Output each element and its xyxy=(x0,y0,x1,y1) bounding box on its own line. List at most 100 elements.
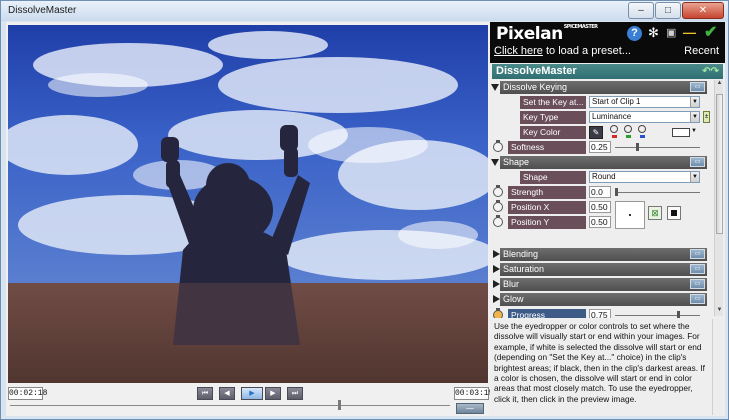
section-label: Blur xyxy=(503,279,520,289)
panel-scrollbar[interactable]: ▲ ▼ xyxy=(714,80,723,316)
chevron-down-icon: ▼ xyxy=(690,97,699,107)
section-label: Saturation xyxy=(503,264,545,274)
softness-slider-handle[interactable] xyxy=(636,143,639,151)
help-text: Use the eyedropper or color controls to … xyxy=(494,321,705,404)
section-saturation[interactable]: Saturation ▭ xyxy=(500,263,707,276)
strength-label: Strength xyxy=(508,186,586,199)
softness-label: Softness xyxy=(508,141,586,154)
expand-triangle-icon[interactable] xyxy=(491,84,499,91)
expand-triangle-icon[interactable] xyxy=(491,159,499,166)
close-button[interactable]: ✕ xyxy=(682,2,724,19)
scroll-up-icon[interactable]: ▲ xyxy=(716,80,723,89)
pixelan-logo: PixelanSPICEMASTER xyxy=(496,24,598,44)
center-target-icon[interactable]: ⊠ xyxy=(648,206,662,220)
position-y-label: Position Y xyxy=(508,216,586,229)
keyframe-icon[interactable] xyxy=(493,215,503,227)
strength-field[interactable]: 0.0 xyxy=(589,186,611,198)
keyframe-icon[interactable] xyxy=(493,185,503,197)
panel-header: PixelanSPICEMASTER ? ✻ ▣ — ✔ Click here … xyxy=(490,22,725,63)
scroll-down-icon[interactable]: ▼ xyxy=(716,307,723,316)
blue-swatch xyxy=(640,135,645,138)
set-key-value: Start of Clip 1 xyxy=(592,97,641,106)
position-x-field[interactable]: 0.50 xyxy=(589,201,611,213)
section-preset-icon[interactable]: ▭ xyxy=(690,249,705,259)
section-preset-icon[interactable]: ▭ xyxy=(690,157,705,167)
progress-slider-handle[interactable] xyxy=(677,311,680,318)
help-scrollbar[interactable] xyxy=(712,319,723,415)
maximize-button[interactable]: □ xyxy=(655,2,681,19)
key-invert-toggle[interactable]: ± xyxy=(703,111,710,123)
keyframe-icon[interactable] xyxy=(493,140,503,152)
section-shape[interactable]: Shape ▭ xyxy=(500,156,707,169)
collapse-triangle-icon[interactable] xyxy=(493,265,500,273)
minimize-button[interactable]: – xyxy=(628,2,654,19)
progress-field[interactable]: 0.75 xyxy=(589,309,611,318)
set-key-dropdown[interactable]: Start of Clip 1 ▼ xyxy=(589,96,700,108)
blue-picker-icon[interactable] xyxy=(638,125,646,133)
save-icon[interactable]: ▣ xyxy=(666,26,676,40)
red-swatch xyxy=(612,135,617,138)
eyedropper-icon[interactable]: ✎ xyxy=(589,126,603,139)
section-dissolve-keying[interactable]: Dissolve Keying ▭ xyxy=(500,81,707,94)
collapse-triangle-icon[interactable] xyxy=(493,280,500,288)
softness-slider[interactable] xyxy=(615,147,700,148)
logo-subtext: SPICEMASTER xyxy=(563,24,598,30)
progress-slider[interactable] xyxy=(615,315,700,316)
section-glow[interactable]: Glow ▭ xyxy=(500,293,707,306)
minimize-panel-icon[interactable]: — xyxy=(683,26,696,40)
position-pad[interactable] xyxy=(615,201,645,229)
control-panel: PixelanSPICEMASTER ? ✻ ▣ — ✔ Click here … xyxy=(490,22,725,416)
red-picker-icon[interactable] xyxy=(610,125,618,133)
collapse-triangle-icon[interactable] xyxy=(493,250,500,258)
square-icon xyxy=(671,210,677,216)
section-blur[interactable]: Blur ▭ xyxy=(500,278,707,291)
section-preset-icon[interactable]: ▭ xyxy=(690,294,705,304)
preset-link[interactable]: Click here xyxy=(494,45,543,57)
effect-title-bar: DissolveMaster ↶↷ xyxy=(492,64,723,79)
reset-position-icon[interactable] xyxy=(667,206,681,220)
timeline-track[interactable] xyxy=(10,405,450,406)
section-label: Blending xyxy=(503,249,539,259)
set-key-label: Set the Key at... xyxy=(520,96,586,109)
play-button[interactable]: ▶ xyxy=(241,387,263,400)
shape-label: Shape xyxy=(520,171,586,184)
preview-image[interactable] xyxy=(8,25,488,383)
section-label: Shape xyxy=(503,157,530,167)
section-preset-icon[interactable]: ▭ xyxy=(690,264,705,274)
position-marker[interactable] xyxy=(629,214,631,216)
key-color-swatch[interactable] xyxy=(672,128,690,137)
help-icon[interactable]: ? xyxy=(627,26,642,41)
green-picker-icon[interactable] xyxy=(624,125,632,133)
skip-start-button[interactable]: ⏮ xyxy=(197,387,213,400)
timeline-handle[interactable] xyxy=(338,400,341,410)
strength-slider[interactable] xyxy=(615,192,700,193)
section-blending[interactable]: Blending ▭ xyxy=(500,248,707,261)
preset-loader: Click here to load a preset... xyxy=(494,45,631,57)
recent-menu[interactable]: Recent xyxy=(684,45,719,57)
curve-icon[interactable]: ⁓ xyxy=(456,403,484,414)
undo-redo-icon[interactable]: ↶↷ xyxy=(702,64,719,79)
section-preset-icon[interactable]: ▭ xyxy=(690,279,705,289)
softness-field[interactable]: 0.25 xyxy=(589,141,611,153)
skip-end-button[interactable]: ⏭ xyxy=(287,387,303,400)
key-type-label: Key Type xyxy=(520,111,586,124)
keyframe-icon[interactable] xyxy=(493,200,503,212)
shape-value: Round xyxy=(592,172,616,181)
settings-icon[interactable]: ✻ xyxy=(648,26,659,40)
position-y-field[interactable]: 0.50 xyxy=(589,216,611,228)
key-type-dropdown[interactable]: Luminance ▼ xyxy=(589,111,700,123)
strength-slider-handle[interactable] xyxy=(615,188,618,196)
scrollbar-thumb[interactable] xyxy=(716,94,723,234)
section-label: Dissolve Keying xyxy=(503,82,568,92)
step-forward-button[interactable]: ▶ xyxy=(265,387,281,400)
collapse-triangle-icon[interactable] xyxy=(493,295,500,303)
window-title: DissolveMaster xyxy=(8,5,77,16)
green-swatch xyxy=(626,135,631,138)
keyframe-icon[interactable] xyxy=(493,308,503,318)
apply-check-icon[interactable]: ✔ xyxy=(704,25,717,41)
chevron-down-icon[interactable]: ▼ xyxy=(691,128,697,134)
step-back-button[interactable]: ◀ xyxy=(219,387,235,400)
parameter-list: Dissolve Keying ▭ Set the Key at... Star… xyxy=(490,80,712,318)
section-preset-icon[interactable]: ▭ xyxy=(690,82,705,92)
shape-dropdown[interactable]: Round ▼ xyxy=(589,171,700,183)
